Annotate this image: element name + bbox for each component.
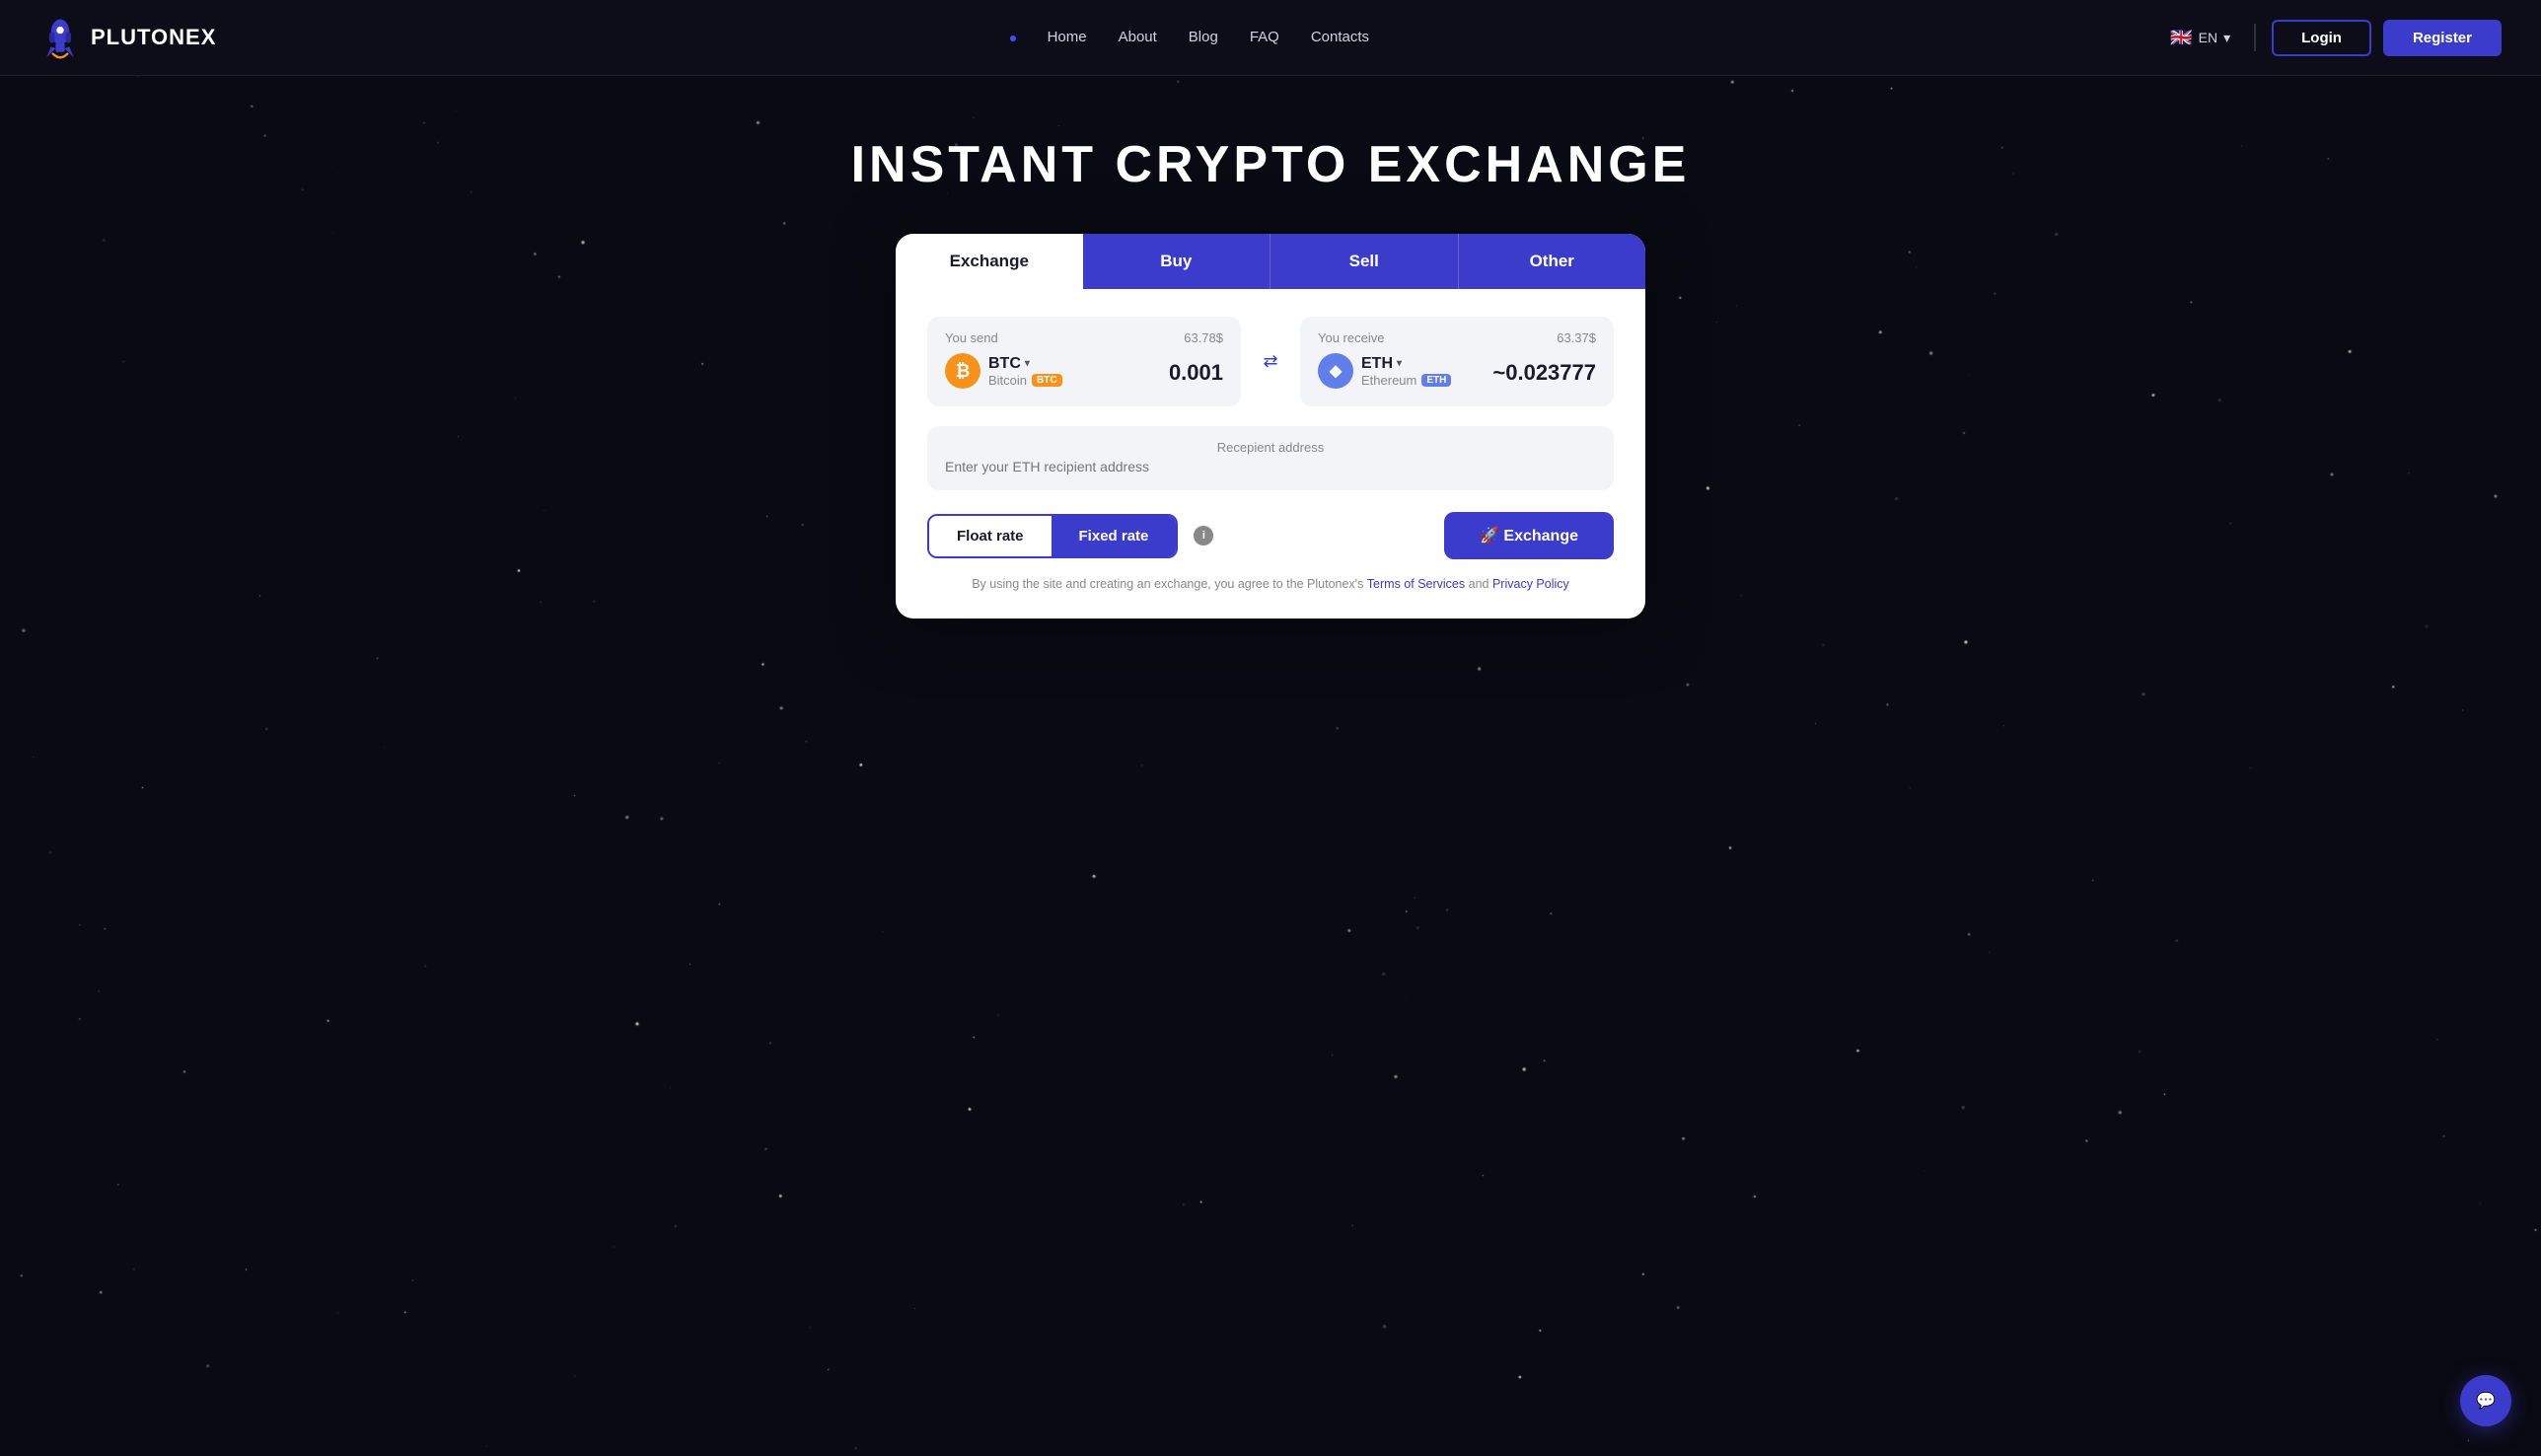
login-button[interactable]: Login: [2272, 20, 2371, 56]
tab-sell[interactable]: Sell: [1270, 234, 1458, 289]
terms-of-service-link[interactable]: Terms of Services: [1367, 577, 1465, 591]
receive-label: You receive: [1318, 330, 1384, 345]
btc-badge: BTC: [1032, 374, 1062, 387]
send-chevron-icon: ▾: [1025, 358, 1030, 369]
chat-icon: 💬: [2476, 1391, 2496, 1411]
nav-home[interactable]: Home: [1048, 29, 1087, 46]
logo[interactable]: PLUTONEX: [39, 14, 216, 61]
rate-buttons-group: Float rate Fixed rate i: [927, 514, 1213, 558]
receive-coin-selector[interactable]: ◆ ETH ▾ Ethereum ETH: [1318, 353, 1451, 389]
tab-exchange[interactable]: Exchange: [896, 234, 1083, 289]
send-panel: You send 63.78$ ₿ BTC ▾: [927, 317, 1241, 406]
lang-chevron-icon: ▾: [2223, 30, 2230, 46]
eth-name-group: ETH ▾ Ethereum ETH: [1361, 355, 1451, 388]
receive-chevron-icon: ▾: [1397, 358, 1402, 369]
logo-text: PLUTONEX: [91, 25, 216, 50]
recipient-label: Recepient address: [945, 440, 1596, 455]
card-body: You send 63.78$ ₿ BTC ▾: [896, 289, 1645, 619]
send-usd: 63.78$: [1184, 330, 1223, 345]
nav-contacts[interactable]: Contacts: [1311, 29, 1369, 46]
btc-name-group: BTC ▾ Bitcoin BTC: [988, 355, 1062, 388]
language-selector[interactable]: 🇬🇧 EN ▾: [2162, 28, 2238, 48]
rate-info-icon[interactable]: i: [1194, 526, 1213, 546]
fixed-rate-button[interactable]: Fixed rate: [1052, 516, 1177, 556]
send-coin-selector[interactable]: ₿ BTC ▾ Bitcoin BTC: [945, 353, 1062, 389]
navbar-right: 🇬🇧 EN ▾ Login Register: [2162, 20, 2502, 56]
privacy-policy-link[interactable]: Privacy Policy: [1492, 577, 1569, 591]
register-button[interactable]: Register: [2383, 20, 2502, 56]
nav-blog[interactable]: Blog: [1189, 29, 1218, 46]
receive-header: You receive 63.37$: [1318, 330, 1596, 345]
send-coin-name: Bitcoin BTC: [988, 373, 1062, 388]
nav-dot: [1010, 36, 1016, 41]
navbar: PLUTONEX Home About Blog FAQ Contacts 🇬🇧…: [0, 0, 2541, 76]
send-row: ₿ BTC ▾ Bitcoin BTC: [945, 353, 1223, 393]
exchange-row: You send 63.78$ ₿ BTC ▾: [927, 317, 1614, 406]
rate-row: Float rate Fixed rate i 🚀 Exchange: [927, 512, 1614, 559]
eth-icon: ◆: [1318, 353, 1353, 389]
send-header: You send 63.78$: [945, 330, 1223, 345]
send-amount[interactable]: 0.001: [1062, 360, 1223, 386]
tab-bar: Exchange Buy Sell Other: [896, 234, 1645, 289]
swap-icon[interactable]: ⇄: [1253, 351, 1288, 372]
chat-button[interactable]: 💬: [2460, 1375, 2511, 1426]
btc-icon: ₿: [945, 353, 980, 389]
send-ticker: BTC ▾: [988, 355, 1062, 373]
recipient-box: Recepient address: [927, 426, 1614, 490]
rate-buttons: Float rate Fixed rate: [927, 514, 1178, 558]
receive-row: ◆ ETH ▾ Ethereum ETH: [1318, 353, 1596, 393]
send-label: You send: [945, 330, 998, 345]
recipient-input[interactable]: [945, 459, 1596, 474]
receive-ticker: ETH ▾: [1361, 355, 1451, 373]
logo-rocket-icon: [39, 14, 81, 61]
exchange-button[interactable]: 🚀 Exchange: [1444, 512, 1614, 559]
nav-divider: [2254, 24, 2256, 51]
receive-coin-name: Ethereum ETH: [1361, 373, 1451, 388]
flag-icon: 🇬🇧: [2170, 28, 2192, 48]
receive-amount: ~0.023777: [1451, 360, 1596, 386]
receive-usd: 63.37$: [1557, 330, 1596, 345]
exchange-card: Exchange Buy Sell Other You send 63.78$: [896, 234, 1645, 619]
eth-badge: ETH: [1421, 374, 1451, 387]
float-rate-button[interactable]: Float rate: [929, 516, 1052, 556]
hero-section: INSTANT CRYPTO EXCHANGE Exchange Buy Sel…: [0, 76, 2541, 648]
nav-faq[interactable]: FAQ: [1250, 29, 1279, 46]
tab-buy[interactable]: Buy: [1083, 234, 1270, 289]
lang-label: EN: [2199, 30, 2217, 45]
hero-title: INSTANT CRYPTO EXCHANGE: [20, 135, 2521, 194]
nav-about[interactable]: About: [1119, 29, 1157, 46]
main-nav: Home About Blog FAQ Contacts: [1010, 29, 1369, 46]
receive-panel: You receive 63.37$ ◆ ETH ▾: [1300, 317, 1614, 406]
tab-other[interactable]: Other: [1458, 234, 1646, 289]
terms-text: By using the site and creating an exchan…: [927, 577, 1614, 591]
